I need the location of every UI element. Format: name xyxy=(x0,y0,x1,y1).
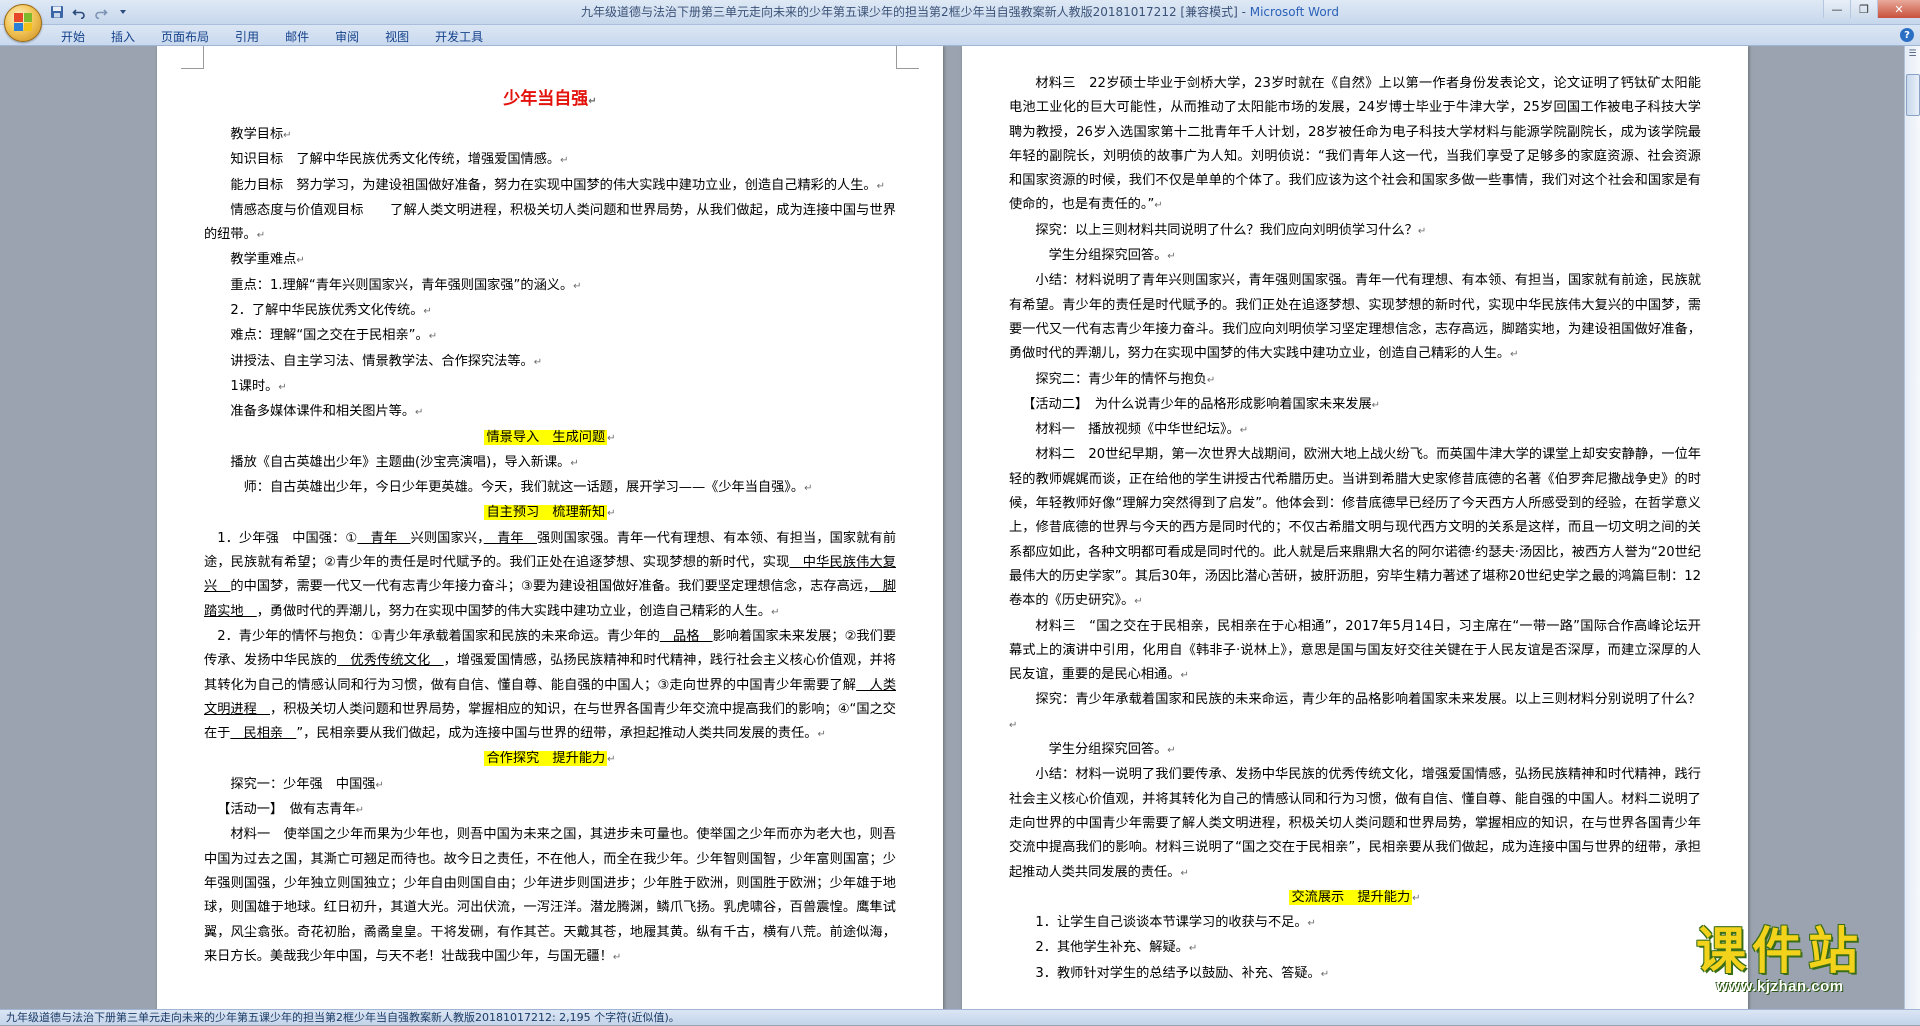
paragraph: 【活动二】 为什么说青少年的品格形成影响着国家未来发展↵ xyxy=(1022,396,1381,412)
window-controls: — ❐ ✕ xyxy=(1823,0,1920,18)
section-heading: 交流展示 提升能力 ↵ xyxy=(1289,889,1421,905)
paragraph: 能力目标 努力学习，为建设祖国做好准备，努力在实现中国梦的伟大实践中建功立业，创… xyxy=(230,177,885,193)
close-icon[interactable]: ✕ xyxy=(1877,0,1920,18)
watermark-logo-text: 课件站 xyxy=(1696,921,1864,980)
paragraph: 教学重难点↵ xyxy=(230,252,305,268)
paragraph: 材料三 22岁硕士毕业于剑桥大学，23岁时就在《自然》上以第一作者身份发表论文，… xyxy=(1009,76,1701,213)
paragraph: 1．让学生自己谈谈本节课学习的收获与不足。↵ xyxy=(1035,915,1316,931)
page-content: 材料三 22岁硕士毕业于剑桥大学，23岁时就在《自然》上以第一作者身份发表论文，… xyxy=(1009,72,1701,987)
paragraph: 重点：1.理解“青年兴则国家兴，青年强则国家强”的涵义。↵ xyxy=(230,277,582,293)
tab-references[interactable]: 引用 xyxy=(222,27,272,46)
fill-in-answer: 青年 xyxy=(357,530,411,546)
paragraph: 知识目标 了解中华民族优秀文化传统，增强爱国情感。↵ xyxy=(230,152,569,168)
office-button[interactable] xyxy=(4,4,42,42)
paragraph: 探究：青少年承载着国家和民族的未来命运，青少年的品格影响着国家未来发展。以上三则… xyxy=(1009,692,1701,731)
ribbon: 开始 插入 页面布局 引用 邮件 审阅 视图 开发工具 ? xyxy=(0,25,1920,46)
paragraph: 难点：理解“国之交在于民相亲”。↵ xyxy=(230,328,438,344)
tab-insert[interactable]: 插入 xyxy=(98,27,148,46)
fill-in-answer: 青年 xyxy=(483,530,537,546)
document-title: 少年当自强↵ xyxy=(503,89,597,109)
paragraph: 教学目标↵ xyxy=(230,127,292,142)
paragraph: 学生分组探究回答。↵ xyxy=(1048,742,1176,758)
paragraph: 材料一 使举国之少年而果为少年也，则吾中国为未来之国，其进步未可量也。使举国之少… xyxy=(204,827,896,964)
status-bar: 九年级道德与法治下册第三单元走向未来的少年第五课少年的担当第2框少年当自强教案新… xyxy=(0,1009,1920,1025)
document-workspace: 少年当自强↵ 教学目标↵ 知识目标 了解中华民族优秀文化传统，增强爱国情感。↵ … xyxy=(0,46,1920,1009)
paragraph: 1．少年强 中国强：① 青年 兴则国家兴， 青年 强则国家强。青年一代有理想、有… xyxy=(204,530,897,619)
margin-corner-mark xyxy=(896,46,919,69)
restore-icon[interactable]: ❐ xyxy=(1850,0,1877,18)
paragraph: 1课时。↵ xyxy=(230,378,287,394)
ruler-toggle-icon[interactable]: ☰ xyxy=(1905,46,1920,61)
paragraph: 2．其他学生补充、解疑。↵ xyxy=(1035,940,1198,956)
paragraph: 小结：材料说明了青年兴则国家兴，青年强则国家强。青年一代有理想、有本领、有担当，… xyxy=(1009,273,1701,362)
vertical-scrollbar[interactable]: ☰ xyxy=(1904,46,1920,1009)
page-content: 少年当自强↵ 教学目标↵ 知识目标 了解中华民族优秀文化传统，增强爱国情感。↵ … xyxy=(204,84,896,970)
tab-review[interactable]: 审阅 xyxy=(322,27,372,46)
section-heading: 情景导入 生成问题 ↵ xyxy=(484,429,616,445)
site-watermark: 课件站 www.kjzhan.com xyxy=(1655,924,1905,1006)
paragraph: 材料三 “国之交在于民相亲，民相亲在于心相通”，2017年5月14日，习主席在“… xyxy=(1009,618,1701,683)
paragraph: 准备多媒体课件和相关图片等。↵ xyxy=(230,404,424,420)
paragraph: 播放《自古英雄出少年》主题曲(沙宝亮演唱)，导入新课。↵ xyxy=(230,454,579,470)
paragraph: 探究一：少年强 中国强↵ xyxy=(230,776,384,792)
paragraph: 材料二 20世纪早期，第一次世界大战期间，欧洲大地上战火纷飞。而英国牛津大学的课… xyxy=(1009,447,1701,609)
watermark-url: www.kjzhan.com xyxy=(1716,978,1844,995)
paragraph: 2．了解中华民族优秀文化传统。↵ xyxy=(230,303,432,319)
ribbon-tabs: 开始 插入 页面布局 引用 邮件 审阅 视图 开发工具 xyxy=(48,27,496,46)
paragraph: 小结：材料一说明了我们要传承、发扬中华民族的优秀传统文化，增强爱国情感，弘扬民族… xyxy=(1009,767,1701,880)
section-heading: 自主预习 梳理新知 ↵ xyxy=(484,505,616,521)
paragraph: 探究二：青少年的情怀与抱负↵ xyxy=(1035,371,1216,387)
paragraph: 材料一 播放视频《中华世纪坛》。↵ xyxy=(1035,422,1249,438)
paragraph: 学生分组探究回答。↵ xyxy=(1048,248,1176,264)
scrollbar-thumb[interactable] xyxy=(1906,74,1920,116)
margin-corner-mark xyxy=(181,46,204,69)
help-icon[interactable]: ? xyxy=(1900,28,1914,42)
tab-developer[interactable]: 开发工具 xyxy=(422,27,496,46)
window-title: 九年级道德与法治下册第三单元走向未来的少年第五课少年的担当第2框少年当自强教案新… xyxy=(0,3,1920,20)
paragraph: 探究：以上三则材料共同说明了什么？我们应向刘明侦学习什么？↵ xyxy=(1035,222,1427,238)
fill-in-answer: 民相亲 xyxy=(230,726,297,742)
fill-in-answer: 优秀传统文化 xyxy=(337,653,444,669)
tab-home[interactable]: 开始 xyxy=(48,27,98,46)
app-name: Microsoft Word xyxy=(1249,5,1340,19)
paragraph: 情感态度与价值观目标 了解人类文明进程，积极关切人类问题和世界局势，从我们做起，… xyxy=(204,202,896,243)
minimize-icon[interactable]: — xyxy=(1823,0,1850,18)
paragraph: 3．教师针对学生的总结予以鼓励、补充、答疑。↵ xyxy=(1035,965,1330,981)
fill-in-answer: 品格 xyxy=(659,628,713,644)
section-heading: 合作探究 提升能力 ↵ xyxy=(484,751,616,767)
office-logo-icon xyxy=(14,13,32,31)
document-page-right[interactable]: 材料三 22岁硕士毕业于剑桥大学，23岁时就在《自然》上以第一作者身份发表论文，… xyxy=(962,46,1748,1009)
title-bar: 九年级道德与法治下册第三单元走向未来的少年第五课少年的担当第2框少年当自强教案新… xyxy=(0,0,1920,25)
tab-view[interactable]: 视图 xyxy=(372,27,422,46)
paragraph: 师：自古英雄出少年，今日少年更英雄。今天，我们就这一话题，展开学习——《少年当自… xyxy=(243,480,813,496)
paragraph: 讲授法、自主学习法、情景教学法、合作探究法等。↵ xyxy=(230,353,543,369)
status-text: 九年级道德与法治下册第三单元走向未来的少年第五课少年的担当第2框少年当自强教案新… xyxy=(6,1011,680,1024)
paragraph: 2．青少年的情怀与抱负：①青少年承载着国家和民族的未来命运。青少年的 品格 影响… xyxy=(204,628,897,742)
document-page-left[interactable]: 少年当自强↵ 教学目标↵ 知识目标 了解中华民族优秀文化传统，增强爱国情感。↵ … xyxy=(157,46,943,1009)
document-name: 九年级道德与法治下册第三单元走向未来的少年第五课少年的担当第2框少年当自强教案新… xyxy=(580,5,1250,19)
paragraph: 【活动一】 做有志青年↵ xyxy=(217,802,365,818)
tab-mailings[interactable]: 邮件 xyxy=(272,27,322,46)
tab-page-layout[interactable]: 页面布局 xyxy=(148,27,222,46)
